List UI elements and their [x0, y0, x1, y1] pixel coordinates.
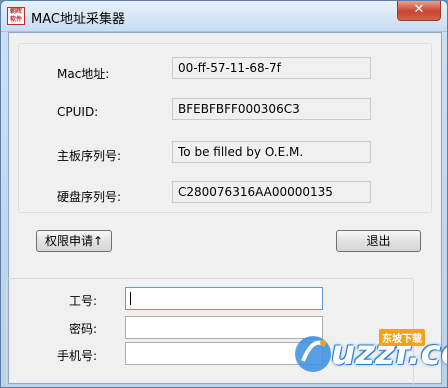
app-logo-text-bottom: 软件: [9, 16, 22, 23]
permission-request-button[interactable]: 权限申请↑: [36, 230, 112, 252]
phone-label: 手机号:: [57, 349, 98, 363]
mac-label: Mac地址:: [57, 67, 110, 81]
app-logo-text-top: 朝晖: [9, 8, 22, 15]
watermark-logo-icon: [295, 336, 331, 372]
board-serial-label: 主板序列号:: [57, 149, 122, 163]
mac-value: 00-ff-57-11-68-7f: [172, 57, 371, 79]
exit-button[interactable]: 退出: [336, 230, 421, 252]
password-label: 密码:: [69, 322, 98, 336]
board-serial-value: To be filled by O.E.M.: [172, 141, 371, 163]
window-title: MAC地址采集器: [31, 12, 125, 27]
disk-serial-value: C280076316AA00000135: [172, 181, 371, 203]
app-logo-icon: 朝晖 软件: [7, 7, 25, 25]
site-watermark: uzzf.com 东坡下载: [293, 323, 447, 383]
cpuid-label: CPUID:: [57, 105, 99, 119]
employee-id-label: 工号:: [69, 294, 98, 308]
watermark-badge: 东坡下载: [379, 329, 425, 346]
title-bar[interactable]: 朝晖 软件 MAC地址采集器 ✕: [1, 1, 447, 32]
cpuid-value: BFEBFBFF000306C3: [172, 98, 371, 120]
disk-serial-label: 硬盘序列号:: [57, 190, 122, 204]
close-icon: ✕: [413, 2, 425, 17]
text-cursor: [130, 292, 131, 305]
close-button[interactable]: ✕: [397, 1, 441, 21]
app-window: 朝晖 软件 MAC地址采集器 ✕ Mac地址: 00-ff-57-11-68-7…: [0, 0, 448, 388]
employee-id-input[interactable]: [125, 287, 323, 310]
